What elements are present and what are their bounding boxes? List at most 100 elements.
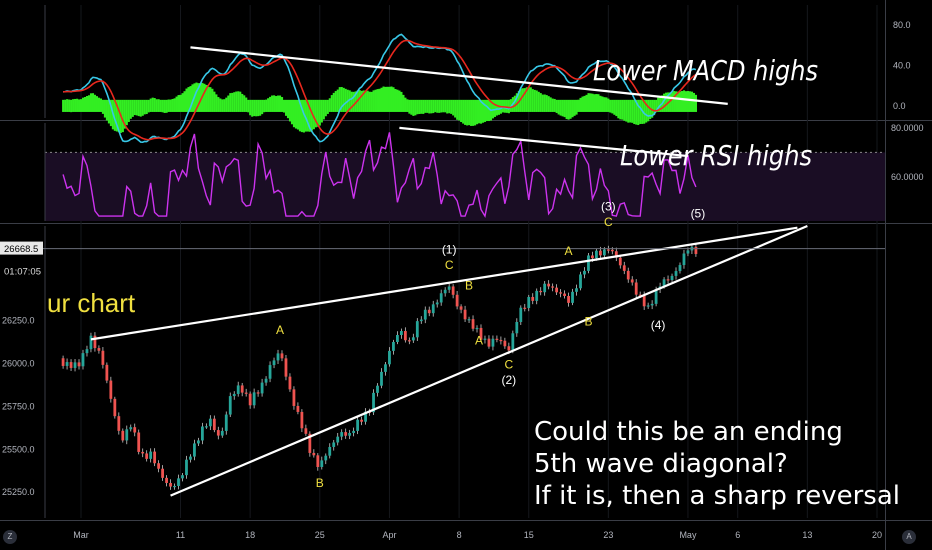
price-tick-label: 25250.0	[2, 487, 35, 497]
macd-histogram-bar	[269, 96, 272, 112]
macd-histogram-bar	[603, 97, 606, 112]
candle-body	[193, 443, 196, 457]
wave-count-label: (4)	[651, 318, 666, 332]
macd-histogram-bar	[366, 90, 369, 112]
macd-histogram-bar	[99, 98, 102, 112]
candle-body	[228, 396, 232, 415]
macd-histogram-bar	[227, 95, 230, 112]
wave-label: C	[505, 358, 514, 372]
price-tick-label: 26000.0	[2, 358, 35, 368]
macd-histogram-bar	[497, 99, 500, 115]
macd-histogram-bar	[237, 91, 240, 112]
candle-body	[73, 362, 77, 368]
auto-scale-button[interactable]: A	[902, 530, 916, 544]
macd-histogram-bar	[388, 86, 391, 112]
commentary-line: 5th wave diagonal?	[534, 449, 788, 479]
macd-histogram-bar	[207, 86, 210, 112]
zoom-button[interactable]: Z	[3, 530, 17, 544]
candle-body	[539, 290, 543, 293]
macd-histogram-bar	[547, 96, 550, 112]
macd-histogram-bar	[161, 99, 164, 113]
macd-histogram-bar	[647, 99, 650, 122]
macd-histogram-bar	[336, 89, 339, 112]
macd-histogram-bar	[410, 99, 413, 115]
candle-body	[555, 287, 559, 293]
macd-line	[63, 33, 697, 144]
wave-count-label: (1)	[442, 242, 457, 256]
macd-histogram-bar	[364, 90, 367, 112]
macd-histogram-bar	[141, 99, 144, 116]
macd-histogram-bar	[690, 91, 694, 112]
macd-histogram-bar	[263, 99, 266, 113]
macd-histogram-bar	[91, 93, 95, 112]
candle-body	[686, 250, 690, 254]
wave-count-label: (5)	[691, 206, 706, 220]
candle-body	[467, 319, 471, 321]
macd-histogram-bar	[344, 88, 347, 112]
candle-body	[499, 339, 503, 342]
macd-histogram-bar	[370, 91, 373, 112]
candle-body	[535, 290, 539, 301]
macd-histogram-bar	[171, 98, 174, 112]
macd-histogram-bar	[143, 99, 146, 115]
macd-histogram-bar	[282, 99, 286, 113]
macd-histogram-bar	[460, 99, 463, 123]
macd-histogram-bar	[601, 96, 604, 112]
macd-histogram-bar	[241, 93, 244, 112]
candle-body	[399, 331, 403, 335]
macd-histogram-bar	[394, 89, 397, 112]
macd-histogram-bar	[607, 98, 610, 112]
time-tick-label: 8	[457, 530, 462, 540]
candle-body	[157, 463, 161, 469]
candle-body	[495, 338, 499, 340]
macd-histogram-bar	[68, 99, 71, 112]
macd-histogram-bar	[213, 91, 216, 112]
candle-body	[137, 432, 141, 452]
macd-histogram-bar	[255, 99, 258, 117]
macd-histogram-bar	[125, 99, 128, 126]
macd-histogram-bar	[575, 99, 578, 115]
time-tick-label: Mar	[73, 530, 89, 540]
macd-tick-label: 0.0	[893, 101, 906, 111]
macd-histogram-bar	[505, 99, 508, 113]
wave-label: C	[445, 258, 454, 272]
macd-histogram-bar	[257, 99, 260, 117]
macd-histogram-bar	[147, 99, 150, 113]
macd-histogram-bar	[332, 92, 335, 112]
macd-histogram-bar	[66, 99, 69, 112]
macd-histogram-bar	[181, 93, 184, 112]
candle-body	[595, 250, 598, 259]
candle-body	[451, 286, 455, 295]
macd-histogram-bar	[448, 99, 451, 114]
macd-histogram-bar	[551, 98, 554, 112]
macd-histogram-bar	[229, 93, 232, 112]
macd-histogram-bar	[398, 90, 401, 112]
macd-histogram-bar	[400, 91, 403, 112]
macd-histogram-bar	[418, 99, 421, 114]
macd-histogram-bar	[64, 99, 67, 112]
candle-body	[523, 307, 527, 309]
macd-histogram-bar	[686, 91, 690, 112]
macd-histogram-bar	[617, 99, 620, 119]
macd-histogram-bar	[386, 86, 389, 112]
macd-histogram-bar	[225, 97, 228, 112]
macd-histogram-bar	[470, 99, 473, 126]
macd-histogram-bar	[378, 88, 381, 112]
macd-histogram-bar	[440, 99, 443, 113]
macd-histogram-bar	[483, 99, 487, 122]
candle-body	[630, 279, 634, 283]
candle-body	[200, 426, 204, 441]
macd-histogram-bar	[187, 87, 190, 112]
macd-histogram-bar	[223, 99, 226, 112]
macd-histogram-bar	[627, 99, 630, 123]
candle-body	[224, 414, 228, 431]
macd-histogram-bar	[121, 99, 124, 133]
candle-body	[272, 360, 276, 366]
macd-histogram-bar	[625, 99, 628, 122]
macd-histogram-bar	[476, 99, 479, 125]
macd-histogram-bar	[454, 99, 457, 118]
macd-histogram-bar	[145, 99, 148, 115]
macd-histogram-bar	[83, 96, 87, 112]
macd-histogram-bar	[137, 99, 140, 117]
wave-label: A	[276, 323, 284, 337]
